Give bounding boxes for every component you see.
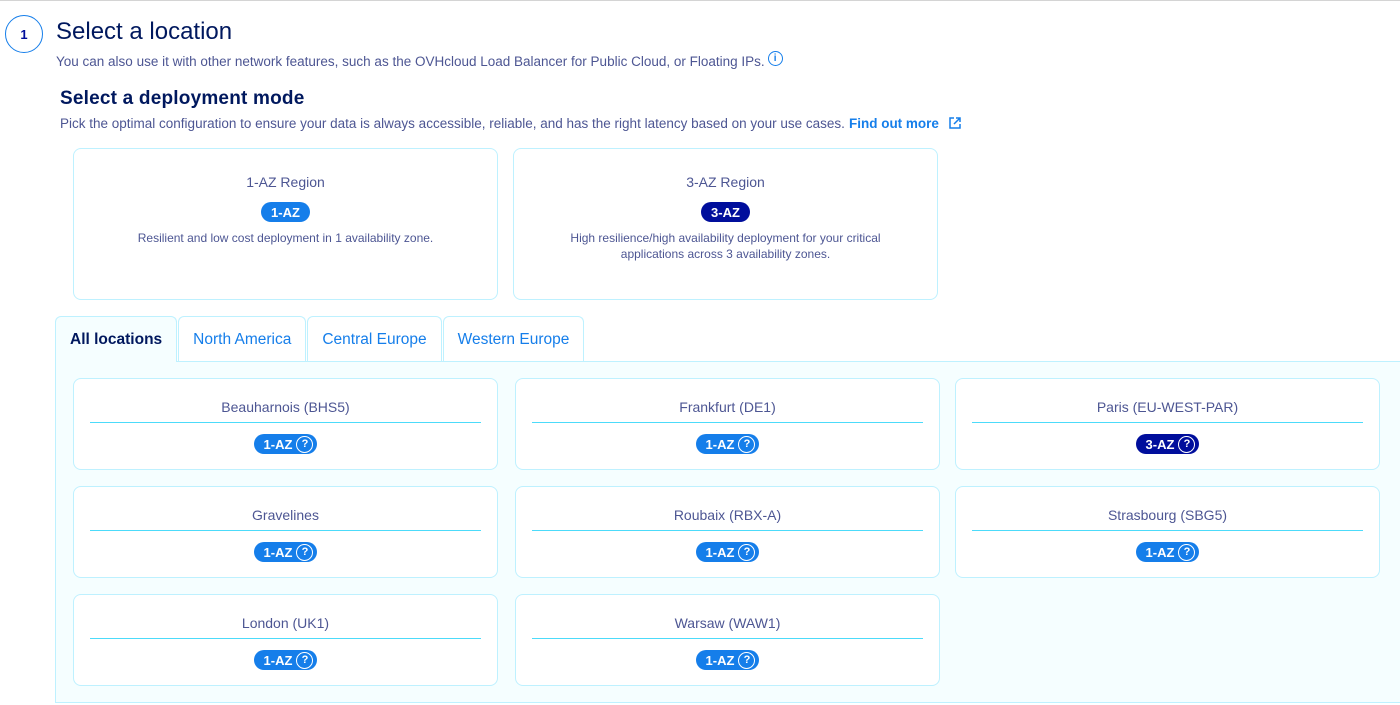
az-badge-label: 1-AZ [263,652,293,668]
az-badge: 3-AZ? [1135,434,1200,454]
help-icon[interactable]: ? [296,543,314,561]
location-divider [90,530,481,531]
location-divider [972,422,1363,423]
location-name: Gravelines [252,507,319,523]
location-name: Paris (EU-WEST-PAR) [1096,399,1239,415]
locations-panel: Beauharnois (BHS5) 1-AZ? Frankfurt (DE1)… [55,361,1400,703]
deployment-mode-title: Select a deployment mode [60,88,305,109]
az-badge-label: 1-AZ [1145,544,1175,560]
location-divider [532,530,923,531]
mode-card-3az[interactable]: 3-AZ Region 3-AZ High resilience/high av… [513,148,938,300]
location-divider [90,638,481,639]
help-icon[interactable]: ? [738,435,756,453]
az-badge-label: 3-AZ [1145,436,1175,452]
az-badge: 1-AZ? [695,542,760,562]
location-name: Warsaw (WAW1) [674,615,781,631]
az-badge-label: 1-AZ [263,544,293,560]
az-badge-label: 1-AZ [705,436,735,452]
help-icon[interactable]: ? [296,435,314,453]
location-card-warsaw[interactable]: Warsaw (WAW1) 1-AZ? [515,594,940,686]
step-title: Select a location [56,18,233,45]
find-out-more-link[interactable]: Find out more [849,116,939,131]
tab-all-locations[interactable]: All locations [55,316,178,362]
step-subtitle: You can also use it with other network f… [56,51,783,69]
location-divider [90,422,481,423]
step-subtitle-text: You can also use it with other network f… [56,54,765,69]
az-badge: 1-AZ? [695,434,760,454]
deployment-description-text: Pick the optimal configuration to ensure… [60,115,845,131]
az-badge: 1-AZ? [253,434,318,454]
mode-card-1az[interactable]: 1-AZ Region 1-AZ Resilient and low cost … [73,148,498,300]
tab-north-america[interactable]: North America [178,316,307,362]
az-badge: 1-AZ? [253,650,318,670]
az-badge-label: 1-AZ [705,652,735,668]
az-badge: 1-AZ [261,202,310,222]
az-badge: 1-AZ? [253,542,318,562]
mode-card-title: 1-AZ Region [246,174,325,190]
location-divider [532,422,923,423]
help-icon[interactable]: ? [1178,543,1196,561]
location-card-frankfurt[interactable]: Frankfurt (DE1) 1-AZ? [515,378,940,470]
help-icon[interactable]: ? [296,651,314,669]
location-tabs: All locations North America Central Euro… [55,316,585,362]
location-name: Beauharnois (BHS5) [221,399,350,415]
location-card-london[interactable]: London (UK1) 1-AZ? [73,594,498,686]
location-name: Strasbourg (SBG5) [1107,507,1228,523]
help-icon[interactable]: ? [738,651,756,669]
info-icon[interactable]: i [767,51,783,66]
location-card-beauharnois[interactable]: Beauharnois (BHS5) 1-AZ? [73,378,498,470]
mode-card-description: High resilience/high availability deploy… [570,231,881,261]
location-card-strasbourg[interactable]: Strasbourg (SBG5) 1-AZ? [955,486,1380,578]
az-badge-label: 1-AZ [263,436,293,452]
az-badge: 3-AZ [701,202,750,222]
location-divider [972,530,1363,531]
mode-card-description: Resilient and low cost deployment in 1 a… [137,231,434,245]
external-link-icon[interactable] [947,115,963,131]
top-divider [0,0,1400,1]
location-name: London (UK1) [241,615,330,631]
help-icon[interactable]: ? [738,543,756,561]
az-badge-label: 1-AZ [705,544,735,560]
location-card-roubaix[interactable]: Roubaix (RBX-A) 1-AZ? [515,486,940,578]
location-card-paris[interactable]: Paris (EU-WEST-PAR) 3-AZ? [955,378,1380,470]
step-number-badge: 1 [5,15,43,53]
deployment-mode-description: Pick the optimal configuration to ensure… [60,115,963,131]
az-badge: 1-AZ? [1135,542,1200,562]
az-badge: 1-AZ? [695,650,760,670]
tab-central-europe[interactable]: Central Europe [307,316,442,362]
tab-western-europe[interactable]: Western Europe [442,316,585,362]
help-icon[interactable]: ? [1178,435,1196,453]
location-name: Frankfurt (DE1) [679,399,776,415]
location-divider [532,638,923,639]
mode-card-title: 3-AZ Region [686,174,765,190]
location-card-gravelines[interactable]: Gravelines 1-AZ? [73,486,498,578]
location-name: Roubaix (RBX-A) [673,507,782,523]
